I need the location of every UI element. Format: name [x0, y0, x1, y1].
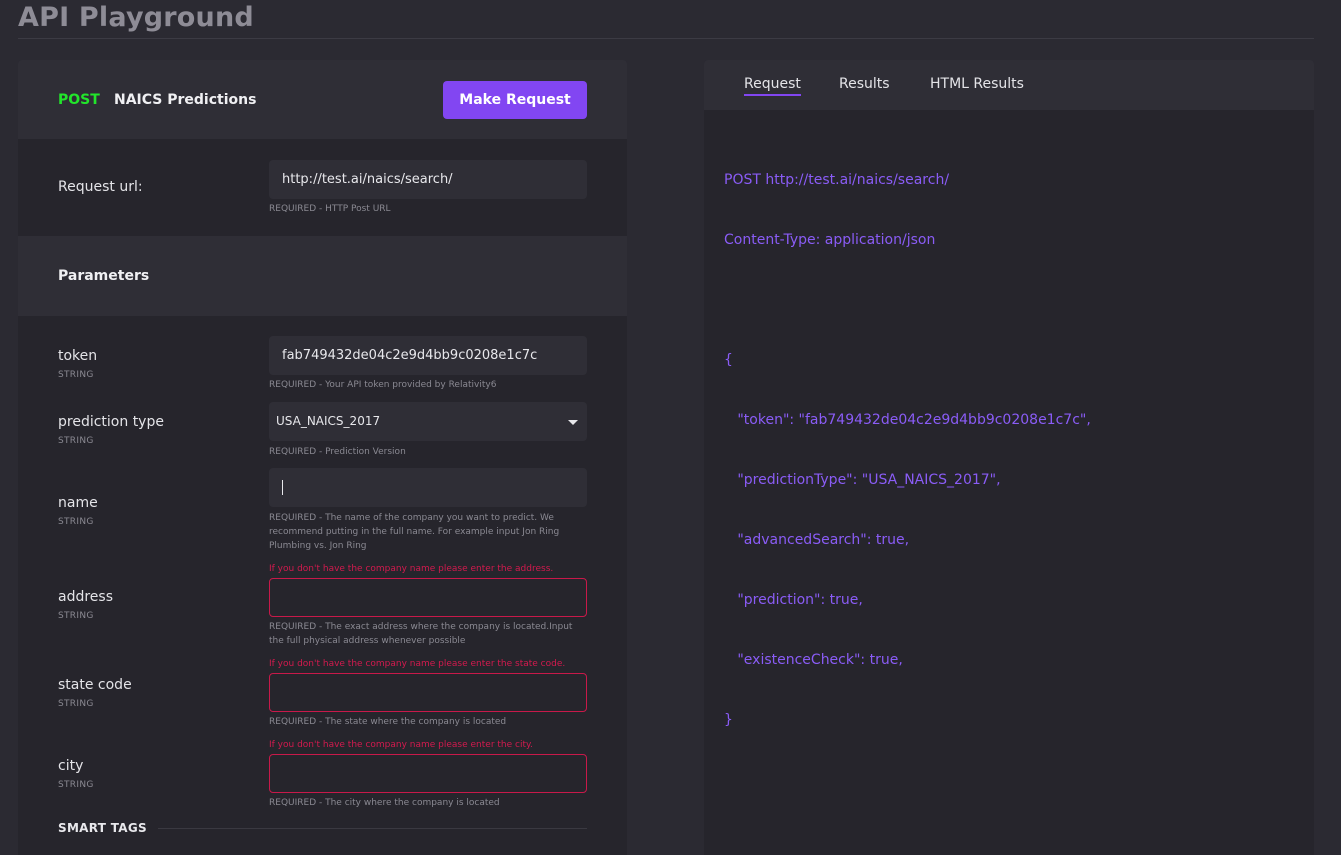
page-title: API Playground [18, 2, 254, 33]
name-type: STRING [58, 517, 94, 527]
name-input[interactable] [269, 468, 587, 507]
request-url-help: REQUIRED - HTTP Post URL [269, 204, 391, 214]
city-help: REQUIRED - The city where the company is… [269, 798, 500, 808]
state-code-warning: If you don't have the company name pleas… [269, 659, 566, 669]
prediction-type-label: prediction type [58, 414, 164, 430]
address-label: address [58, 589, 114, 605]
token-input[interactable]: fab749432de04c2e9d4bb9c0208e1c7c [269, 336, 587, 375]
code-line: { [724, 352, 733, 368]
name-label: name [58, 495, 98, 511]
preview-panel: Request Results HTML Results POST http:/… [704, 60, 1314, 855]
code-line: "predictionType": "USA_NAICS_2017", [724, 472, 1001, 488]
token-help: REQUIRED - Your API token provided by Re… [269, 380, 497, 390]
endpoint-name: NAICS Predictions [114, 92, 257, 108]
code-line: POST http://test.ai/naics/search/ [724, 172, 950, 188]
request-url-label: Request url: [58, 179, 143, 195]
make-request-button[interactable]: Make Request [443, 81, 587, 119]
token-type: STRING [58, 370, 94, 380]
http-method-badge: POST [58, 92, 100, 108]
request-url-input[interactable]: http://test.ai/naics/search/ [269, 160, 587, 199]
parameters-header: Parameters [18, 236, 627, 316]
title-divider [18, 38, 1314, 39]
tab-html-results[interactable]: HTML Results [930, 76, 1024, 92]
prediction-type-help: REQUIRED - Prediction Version [269, 447, 406, 457]
address-type: STRING [58, 611, 94, 621]
prediction-type-value: USA_NAICS_2017 [276, 414, 381, 428]
prediction-type-type: STRING [58, 436, 94, 446]
token-label: token [58, 348, 98, 364]
code-line: } [724, 712, 733, 728]
name-help: REQUIRED - The name of the company you w… [269, 513, 560, 551]
code-line: "prediction": true, [724, 592, 863, 608]
state-code-label: state code [58, 677, 132, 693]
smart-tags-divider [158, 828, 587, 829]
code-line: "token": "fab749432de04c2e9d4bb9c0208e1c… [724, 412, 1091, 428]
parameters-title: Parameters [58, 268, 150, 284]
request-url-section: Request url: http://test.ai/naics/search… [18, 139, 627, 236]
state-code-help: REQUIRED - The state where the company i… [269, 717, 507, 727]
address-input[interactable] [269, 578, 587, 617]
prediction-type-select[interactable]: USA_NAICS_2017 [269, 402, 587, 441]
request-builder-panel: POST NAICS Predictions Make Request Requ… [18, 60, 627, 855]
address-warning: If you don't have the company name pleas… [269, 564, 554, 574]
smart-tags-title: SMART TAGS [58, 821, 147, 835]
code-line: "existenceCheck": true, [724, 652, 903, 668]
city-type: STRING [58, 780, 94, 790]
endpoint-header: POST NAICS Predictions Make Request [18, 60, 627, 139]
city-warning: If you don't have the company name pleas… [269, 740, 533, 750]
city-label: city [58, 758, 84, 774]
code-line: "advancedSearch": true, [724, 532, 910, 548]
tab-request[interactable]: Request [744, 76, 801, 96]
text-cursor [282, 480, 283, 495]
tab-results[interactable]: Results [839, 76, 890, 92]
preview-tabs: Request Results HTML Results [704, 60, 1314, 110]
address-help: REQUIRED - The exact address where the c… [269, 622, 573, 646]
city-input[interactable] [269, 754, 587, 793]
chevron-down-icon [568, 420, 578, 425]
state-code-type: STRING [58, 699, 94, 709]
state-code-input[interactable] [269, 673, 587, 712]
request-preview-code: POST http://test.ai/naics/search/ Conten… [724, 130, 1091, 770]
code-line: Content-Type: application/json [724, 232, 936, 248]
